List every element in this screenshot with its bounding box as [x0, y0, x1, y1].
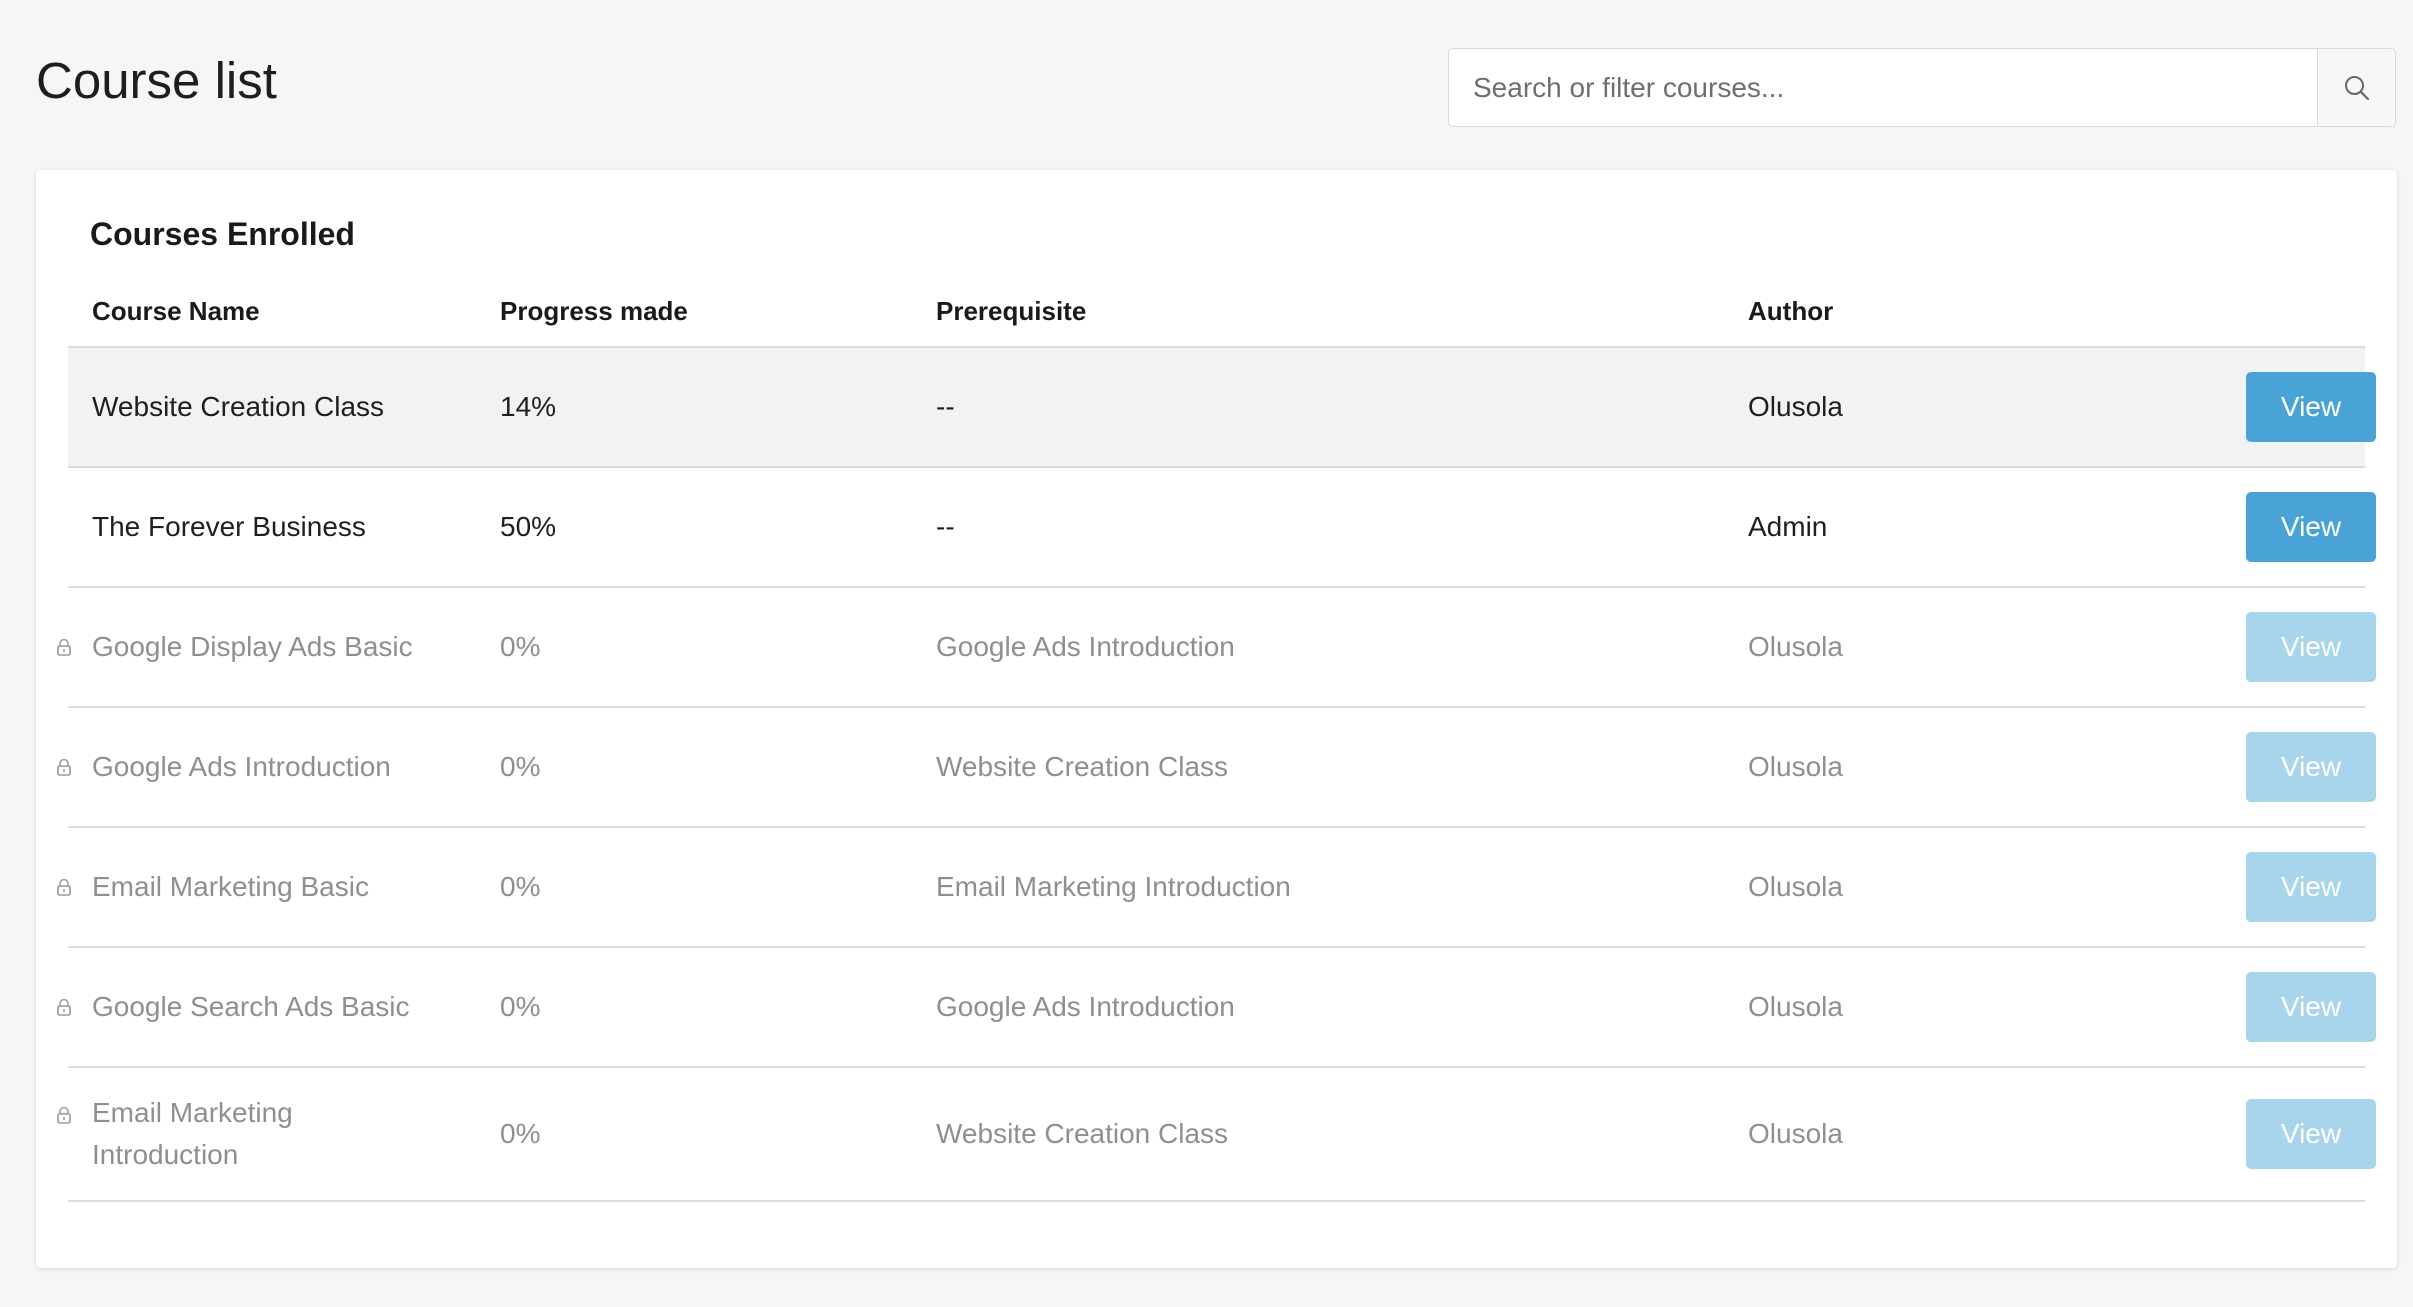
- lock-icon: [56, 948, 72, 1066]
- lock-icon: [56, 828, 72, 946]
- lock-icon: [56, 588, 72, 706]
- courses-enrolled-card: Courses Enrolled Course Name Progress ma…: [36, 170, 2397, 1268]
- course-action-cell: View: [2246, 828, 2376, 946]
- course-name: Google Ads Introduction: [92, 751, 391, 782]
- course-progress: 14%: [500, 391, 557, 422]
- course-action-cell: View: [2246, 708, 2376, 826]
- view-button[interactable]: View: [2246, 852, 2376, 922]
- table-row: Email Marketing Introduction 0% Website …: [57, 1068, 2376, 1202]
- table-row: Google Ads Introduction 0% Website Creat…: [57, 708, 2376, 828]
- course-prerequisite: Website Creation Class: [936, 751, 1229, 782]
- course-prerequisite: Website Creation Class: [936, 1118, 1229, 1149]
- search-icon: [2344, 75, 2369, 100]
- course-progress: 0%: [500, 1118, 541, 1149]
- page-title: Course list: [36, 52, 277, 109]
- course-action-cell: View: [2246, 588, 2376, 706]
- table-row: The Forever Business 50% -- Admin View: [68, 468, 2376, 588]
- view-button[interactable]: View: [2246, 732, 2376, 802]
- course-prerequisite: Google Ads Introduction: [936, 631, 1235, 662]
- course-progress: 0%: [500, 751, 541, 782]
- view-button[interactable]: View: [2246, 612, 2376, 682]
- course-action-cell: View: [2246, 1068, 2376, 1200]
- course-author: Olusola: [1748, 871, 1843, 902]
- course-action-cell: View: [2246, 948, 2376, 1066]
- table-header: Course Name Progress made Prerequisite A…: [68, 274, 2365, 348]
- course-author: Olusola: [1748, 991, 1843, 1022]
- lock-icon: [56, 1068, 72, 1200]
- card-title: Courses Enrolled: [90, 216, 355, 252]
- course-prerequisite: --: [936, 511, 955, 542]
- course-prerequisite: Email Marketing Introduction: [936, 871, 1291, 902]
- course-name: Website Creation Class: [92, 391, 385, 422]
- lock-icon: [56, 708, 72, 826]
- search-bar: [1448, 48, 2396, 127]
- table-row: Google Search Ads Basic 0% Google Ads In…: [57, 948, 2376, 1068]
- view-button[interactable]: View: [2246, 1099, 2376, 1169]
- course-name: The Forever Business: [92, 511, 366, 542]
- course-prerequisite: --: [936, 391, 955, 422]
- column-header-course-name: Course Name: [92, 296, 260, 326]
- courses-table: Course Name Progress made Prerequisite A…: [57, 274, 2376, 1202]
- course-author: Admin: [1748, 511, 1828, 542]
- course-name: Email Marketing Basic: [92, 871, 369, 902]
- course-name: Google Search Ads Basic: [92, 991, 410, 1022]
- column-header-author: Author: [1748, 296, 1834, 326]
- course-author: Olusola: [1748, 751, 1843, 782]
- course-progress: 0%: [500, 871, 541, 902]
- course-prerequisite: Google Ads Introduction: [936, 991, 1235, 1022]
- search-input[interactable]: [1449, 49, 2317, 126]
- course-name: Email Marketing Introduction: [92, 1097, 293, 1170]
- view-button[interactable]: View: [2246, 492, 2376, 562]
- course-progress: 0%: [500, 631, 541, 662]
- course-action-cell: View: [2246, 468, 2376, 586]
- table-row: Website Creation Class 14% -- Olusola Vi…: [68, 348, 2376, 468]
- view-button[interactable]: View: [2246, 372, 2376, 442]
- course-action-cell: View: [2246, 348, 2376, 466]
- course-progress: 50%: [500, 511, 557, 542]
- table-row: Google Display Ads Basic 0% Google Ads I…: [57, 588, 2376, 708]
- course-author: Olusola: [1748, 1118, 1843, 1149]
- course-progress: 0%: [500, 991, 541, 1022]
- search-button[interactable]: [2317, 49, 2395, 126]
- course-name: Google Display Ads Basic: [92, 631, 413, 662]
- table-row: Email Marketing Basic 0% Email Marketing…: [57, 828, 2376, 948]
- course-author: Olusola: [1748, 631, 1843, 662]
- view-button[interactable]: View: [2246, 972, 2376, 1042]
- course-author: Olusola: [1748, 391, 1843, 422]
- column-header-progress: Progress made: [500, 296, 688, 326]
- column-header-prerequisite: Prerequisite: [936, 296, 1087, 326]
